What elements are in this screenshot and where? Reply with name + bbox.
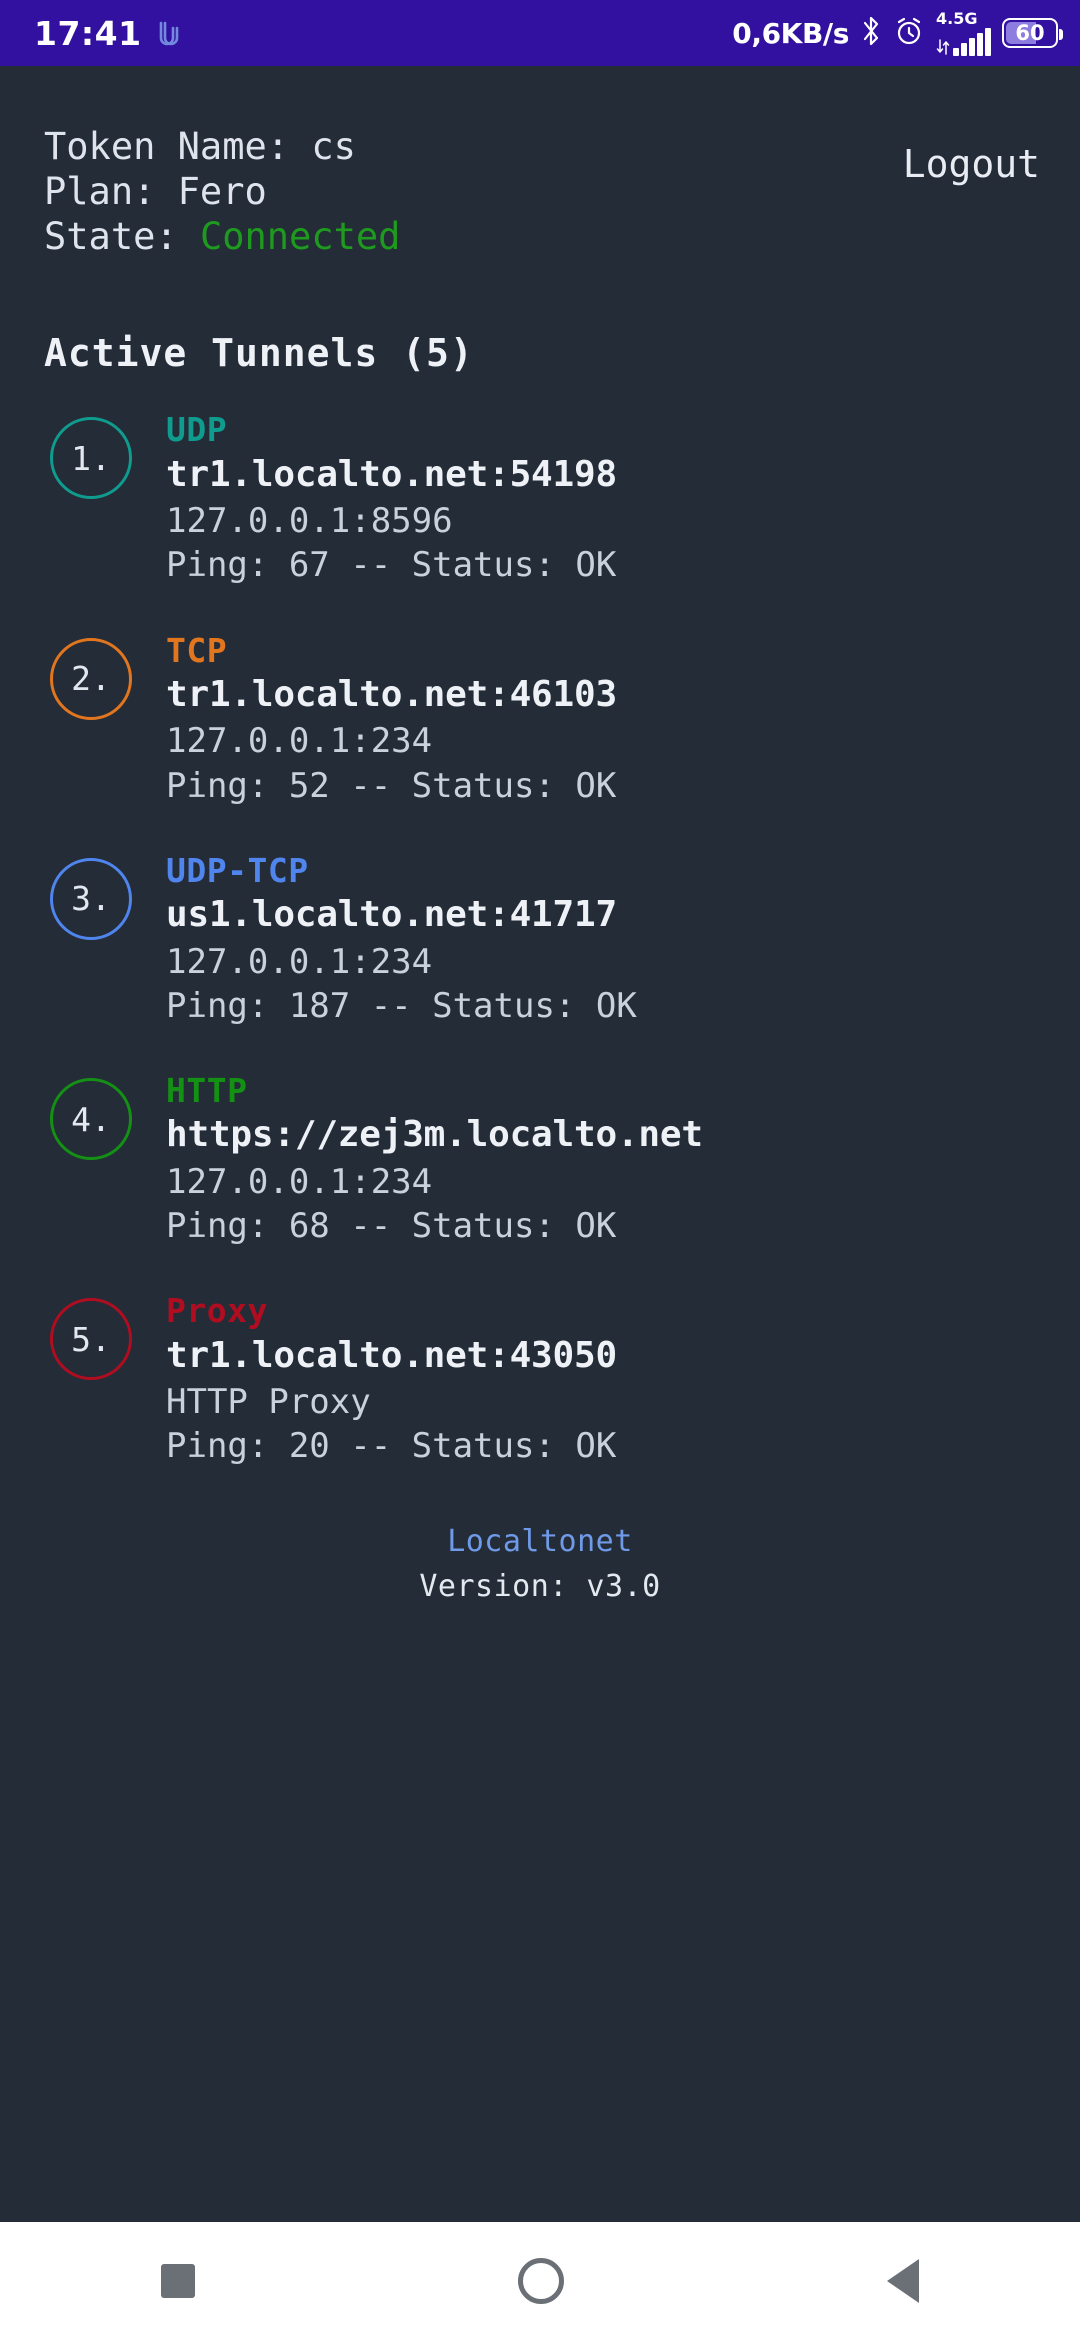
state-value: Connected: [199, 215, 401, 259]
square-recents-icon[interactable]: [161, 2264, 196, 2298]
app-content: Token Name: cs Plan: Fero State: Connect…: [0, 66, 1080, 2222]
bluetooth-icon: [860, 15, 882, 51]
network-generation-label: 4.5G: [936, 8, 978, 28]
state-row: State: Connected: [44, 214, 1036, 259]
alarm-clock-icon: [893, 15, 925, 51]
tunnel-local-address: 127.0.0.1:234: [166, 941, 433, 982]
tunnel-protocol: HTTP: [166, 1071, 248, 1111]
tunnel-protocol: Proxy: [166, 1291, 268, 1331]
token-name-value: cs: [311, 125, 356, 168]
tunnel-ping-status: Ping: 68 -- Status: OK: [166, 1206, 617, 1247]
tunnel-protocol: UDP: [166, 410, 228, 450]
tunnel-protocol: UDP-TCP: [166, 850, 309, 890]
token-name-row: Token Name: cs: [44, 124, 1036, 169]
tunnel-index-badge: 5.: [50, 1298, 132, 1381]
tunnel-remote-address[interactable]: tr1.localto.net:43050: [166, 1332, 617, 1381]
tunnel-ping-status: Ping: 187 -- Status: OK: [166, 985, 637, 1026]
tunnel-remote-address[interactable]: https://zej3m.localto.net: [166, 1111, 703, 1160]
android-navigation-bar: [0, 2222, 1080, 2340]
status-bar-left: 17:41: [34, 14, 182, 53]
tunnel-ping-status: Ping: 67 -- Status: OK: [166, 545, 617, 586]
tunnel-info: TCP tr1.localto.net:46103 127.0.0.1:234 …: [166, 630, 617, 808]
network-speed-text: 0,6KB/s: [732, 16, 849, 50]
tunnel-remote-address[interactable]: tr1.localto.net:54198: [166, 451, 617, 500]
plan-row: Plan: Fero: [44, 169, 1036, 214]
tunnel-list-item[interactable]: 4. HTTP https://zej3m.localto.net 127.0.…: [0, 1070, 1080, 1248]
status-bar-right: 0,6KB/s 4.5G 60: [732, 8, 1063, 56]
tunnel-info: UDP-TCP us1.localto.net:41717 127.0.0.1:…: [166, 850, 637, 1028]
logout-button[interactable]: Logout: [903, 142, 1040, 186]
tunnel-ping-status: Ping: 20 -- Status: OK: [166, 1426, 617, 1467]
status-bar-clock: 17:41: [34, 13, 142, 53]
tunnel-info: HTTP https://zej3m.localto.net 127.0.0.1…: [166, 1070, 703, 1248]
localtonet-link[interactable]: Localtonet: [447, 1524, 633, 1559]
tunnel-list-item[interactable]: 5. Proxy tr1.localto.net:43050 HTTP Prox…: [0, 1290, 1080, 1468]
tunnel-list: 1. UDP tr1.localto.net:54198 127.0.0.1:8…: [0, 409, 1080, 1468]
tunnel-index-badge: 3.: [50, 857, 132, 940]
account-header: Token Name: cs Plan: Fero State: Connect…: [0, 124, 1080, 259]
triangle-back-icon[interactable]: [886, 2259, 919, 2303]
circle-home-icon[interactable]: [517, 2258, 564, 2304]
plan-value: Fero: [177, 170, 267, 214]
battery-icon: 60: [1002, 18, 1063, 48]
tunnel-local-address: 127.0.0.1:8596: [166, 501, 453, 542]
active-tunnels-title: Active Tunnels (5): [44, 331, 474, 376]
signal-bars-icon: [936, 27, 991, 56]
tunnel-index-badge: 2.: [50, 637, 132, 720]
tunnel-local-address: 127.0.0.1:234: [166, 721, 433, 762]
tunnel-index-badge: 4.: [50, 1078, 132, 1161]
app-footer: Localtonet Version: v3.0: [0, 1524, 1080, 1604]
tunnel-ping-status: Ping: 52 -- Status: OK: [166, 765, 617, 806]
tunnel-list-item[interactable]: 1. UDP tr1.localto.net:54198 127.0.0.1:8…: [0, 409, 1080, 587]
tunnel-info: Proxy tr1.localto.net:43050 HTTP Proxy P…: [166, 1290, 617, 1468]
state-label: State:: [44, 215, 200, 259]
phone-screen: 17:41 0,6KB/s 4.5G 60 Token Name: cs Pla…: [0, 0, 1080, 2340]
tunnel-local-address: HTTP Proxy: [166, 1382, 371, 1423]
token-name-label: Token Name:: [44, 125, 312, 168]
tunnel-index-badge: 1.: [50, 417, 132, 500]
plan-label: Plan:: [44, 170, 178, 214]
network-generation: 4.5G: [936, 8, 991, 56]
localtonet-logo-icon: [156, 19, 182, 47]
tunnel-list-item[interactable]: 2. TCP tr1.localto.net:46103 127.0.0.1:2…: [0, 630, 1080, 808]
tunnel-remote-address[interactable]: tr1.localto.net:46103: [166, 671, 617, 720]
tunnel-list-item[interactable]: 3. UDP-TCP us1.localto.net:41717 127.0.0…: [0, 850, 1080, 1028]
tunnel-info: UDP tr1.localto.net:54198 127.0.0.1:8596…: [166, 409, 617, 587]
tunnel-protocol: TCP: [166, 630, 228, 670]
app-version-label: Version: v3.0: [419, 1569, 661, 1605]
tunnel-local-address: 127.0.0.1:234: [166, 1161, 433, 1202]
status-bar: 17:41 0,6KB/s 4.5G 60: [0, 0, 1080, 66]
tunnel-remote-address[interactable]: us1.localto.net:41717: [166, 891, 637, 940]
battery-level-label: 60: [1015, 21, 1045, 45]
